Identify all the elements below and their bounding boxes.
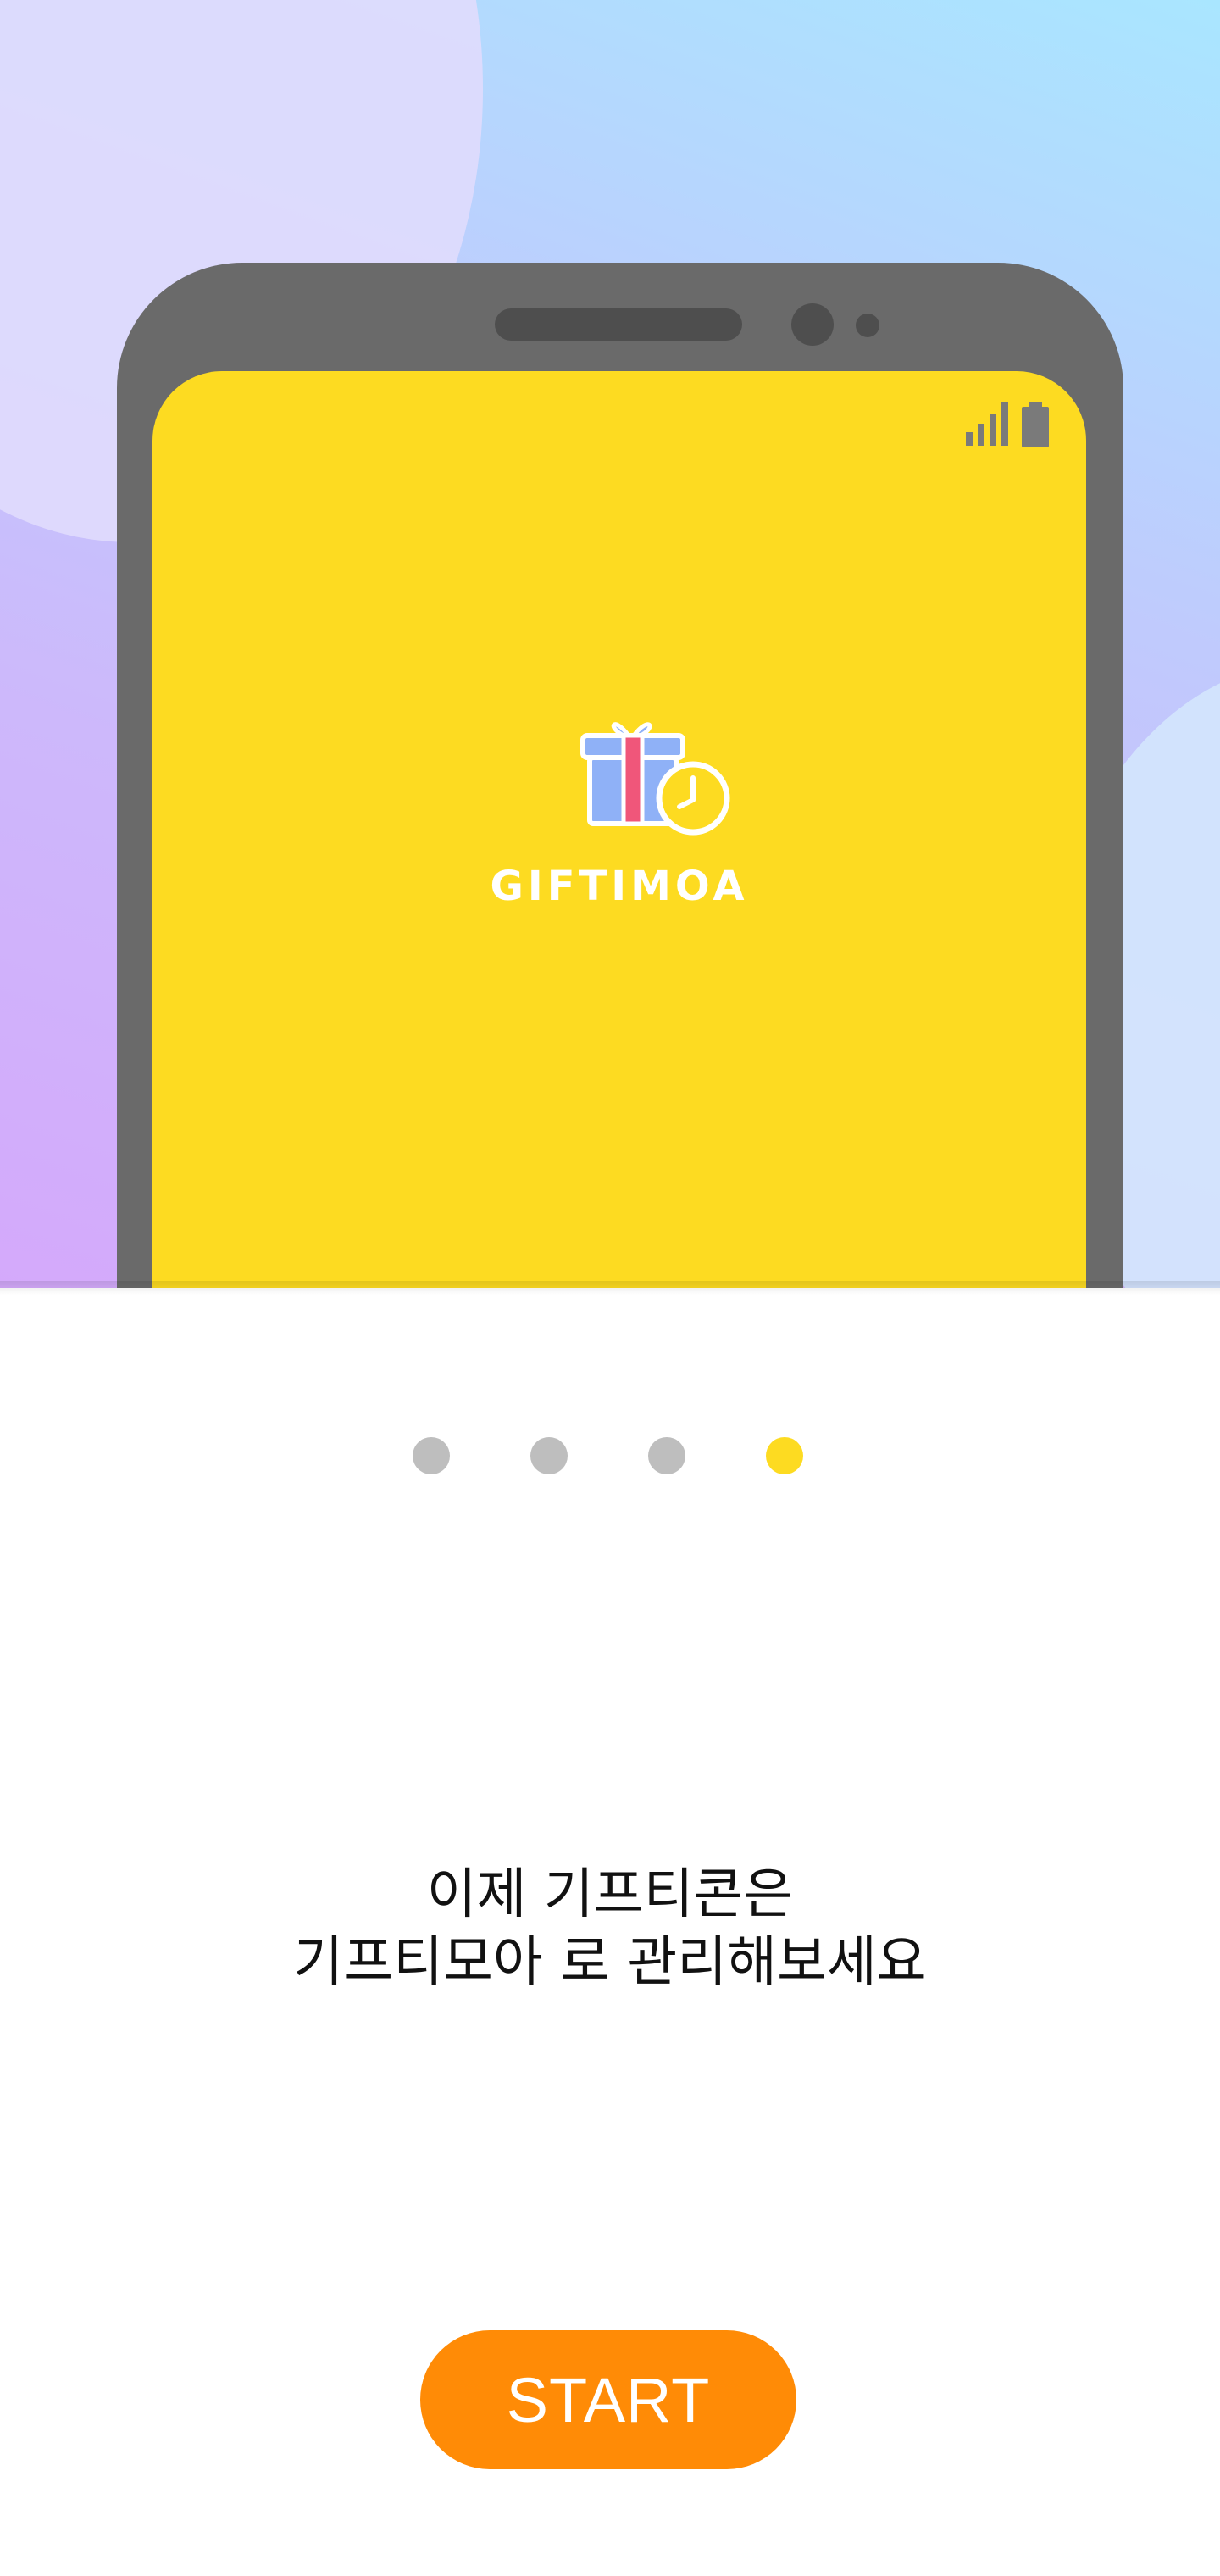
phone-mockup: GIFTIMOA <box>117 263 1123 1288</box>
page-indicator <box>0 1437 1220 1474</box>
page-dot-4[interactable] <box>766 1437 803 1474</box>
phone-sensor <box>856 314 879 337</box>
onboarding-illustration: GIFTIMOA <box>0 0 1220 1288</box>
battery-icon <box>1022 402 1049 447</box>
signal-bars-icon <box>966 402 1008 446</box>
page-dot-3[interactable] <box>648 1437 685 1474</box>
onboarding-message: 이제 기프티콘은 기프티모아 로 관리해보세요 <box>0 1861 1220 1996</box>
message-line-2: 기프티모아 로 관리해보세요 <box>293 1931 927 1994</box>
app-logo-text: GIFTIMOA <box>490 863 749 910</box>
message-line-1: 이제 기프티콘은 <box>426 1863 794 1926</box>
start-button[interactable]: START <box>420 2330 796 2469</box>
phone-screen: GIFTIMOA <box>152 371 1086 1288</box>
page-dot-2[interactable] <box>530 1437 568 1474</box>
phone-speaker <box>495 308 742 341</box>
section-divider-shadow <box>0 1281 1220 1295</box>
phone-camera <box>791 303 834 346</box>
gift-box-with-clock-icon <box>580 722 730 836</box>
page-dot-1[interactable] <box>413 1437 450 1474</box>
